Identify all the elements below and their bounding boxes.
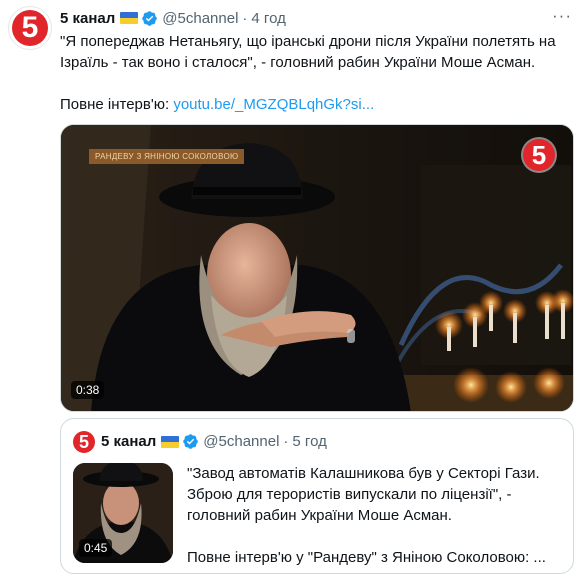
video-player[interactable]: РАНДЕВУ З ЯНІНОЮ СОКОЛОВОЮ 5 0:38: [60, 124, 574, 412]
quote-timestamp[interactable]: 5 год: [292, 433, 326, 450]
quote-avatar[interactable]: 5: [73, 431, 95, 453]
ukraine-flag-icon: [120, 12, 139, 24]
quote-video-duration: 0:45: [79, 539, 113, 557]
quoted-tweet[interactable]: 5 5 канал @5channel · 5 год 0:45 "Завод: [60, 418, 574, 574]
quote-text: "Завод автоматів Калашникова був у Секто…: [187, 463, 567, 568]
separator-dot: ·: [283, 433, 289, 450]
quote-author-name[interactable]: 5 канал: [101, 433, 156, 450]
quote-header: 5 канал @5channel · 5 год: [101, 433, 327, 450]
channel-watermark: 5: [523, 139, 555, 171]
avatar[interactable]: 5: [8, 6, 52, 50]
quote-tail: Повне інтерв'ю у "Рандеву" з Яніною Соко…: [187, 549, 546, 566]
ukraine-flag-icon: [161, 435, 180, 448]
channel-logo: 5: [12, 10, 48, 46]
youtube-link[interactable]: youtu.be/_MGZQBLqhGk?si...: [173, 96, 374, 113]
tweet-timestamp[interactable]: 4 год: [251, 10, 285, 27]
tweet[interactable]: 5 5 канал @5channel · 4 год ··· "Я попер…: [0, 0, 582, 584]
separator-dot: ·: [242, 9, 248, 27]
tweet-header: 5 канал @5channel · 4 год: [60, 8, 286, 28]
quote-handle[interactable]: @5channel: [203, 433, 279, 450]
tweet-body: "Я попереджав Нетаньягу, що іранські дро…: [60, 33, 556, 71]
author-name[interactable]: 5 канал: [60, 10, 115, 27]
verified-badge-icon: [141, 10, 158, 27]
author-handle[interactable]: @5channel: [162, 10, 238, 27]
quote-video-thumbnail[interactable]: 0:45: [73, 463, 173, 563]
video-frame: [61, 125, 573, 411]
verified-badge-icon: [182, 433, 199, 450]
show-title-banner: РАНДЕВУ З ЯНІНОЮ СОКОЛОВОЮ: [89, 149, 245, 164]
video-duration: 0:38: [71, 381, 105, 399]
tweet-text: "Я попереджав Нетаньягу, що іранські дро…: [60, 31, 572, 115]
quote-body: "Завод автоматів Калашникова був у Секто…: [187, 465, 540, 524]
more-dots-icon[interactable]: ···: [552, 6, 572, 26]
interview-label: Повне інтерв'ю:: [60, 96, 174, 113]
